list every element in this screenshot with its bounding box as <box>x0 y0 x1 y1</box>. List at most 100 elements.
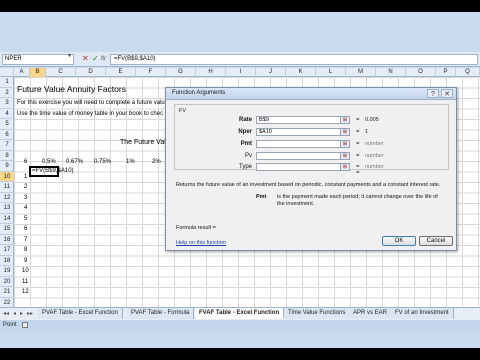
sheet-tab[interactable]: PVAF Table - Formula <box>127 308 195 319</box>
arg-input-pv[interactable] <box>256 152 341 160</box>
column-header[interactable]: G <box>166 68 196 77</box>
row-header[interactable]: 1 <box>0 77 14 88</box>
row-header[interactable]: 11 <box>0 182 14 193</box>
arg-equals: = <box>356 153 360 159</box>
row-header[interactable]: 10 <box>0 171 14 182</box>
row-header[interactable]: 6 <box>0 130 14 140</box>
cancel-button[interactable]: Cancel <box>419 236 453 246</box>
collapse-dialog-icon[interactable]: ⊞ <box>340 163 350 171</box>
column-header[interactable]: M <box>346 68 376 77</box>
column-header[interactable]: Q <box>456 68 480 77</box>
first-sheet-icon[interactable]: ◂◂ <box>3 310 9 317</box>
arg-label-type: Type <box>238 164 252 170</box>
sheet-tab-active[interactable]: FVAF Table - Excel Function <box>195 308 285 319</box>
column-header[interactable]: F <box>136 68 166 77</box>
row-header[interactable]: 19 <box>0 266 14 277</box>
name-box-dropdown-icon[interactable]: ▼ <box>67 53 72 59</box>
column-header[interactable]: N <box>376 68 406 77</box>
rate-header: 2% <box>152 159 161 165</box>
period-cell: 12 <box>22 289 29 295</box>
row-header[interactable]: 12 <box>0 193 14 203</box>
row-header[interactable]: 9 <box>0 161 14 172</box>
sheet-tab[interactable]: APR vs EAR <box>349 308 393 319</box>
formula-result: Formula result = <box>176 225 216 231</box>
help-on-function-link[interactable]: Help on this function <box>176 240 226 246</box>
column-header[interactable]: H <box>196 68 226 77</box>
arg-input-type[interactable] <box>256 163 341 171</box>
row-header[interactable]: 14 <box>0 214 14 224</box>
rate-header: 1% <box>126 159 135 165</box>
column-header[interactable]: E <box>106 68 136 77</box>
column-header[interactable]: A <box>14 68 30 77</box>
collapse-dialog-icon[interactable]: ⊞ <box>340 152 350 160</box>
row-header[interactable]: 20 <box>0 277 14 287</box>
column-header[interactable]: B <box>30 68 46 77</box>
row-header[interactable]: 2 <box>0 88 14 98</box>
column-header[interactable]: L <box>316 68 346 77</box>
arg-input-nper[interactable]: $A10 <box>256 128 341 136</box>
macro-record-icon[interactable] <box>22 322 28 328</box>
help-icon[interactable]: ? <box>427 89 439 98</box>
row-header[interactable]: 5 <box>0 119 14 130</box>
row-header[interactable]: 8 <box>0 151 14 161</box>
column-header[interactable]: I <box>226 68 256 77</box>
formula-bar: NPER ▼ ✕ ✓ fx =FV(B$9,$A10) <box>0 52 480 67</box>
cancel-icon[interactable]: ✕ <box>82 55 89 63</box>
column-header[interactable]: C <box>46 68 76 77</box>
arg-input-pmt[interactable] <box>256 140 341 148</box>
row-header[interactable]: 15 <box>0 224 14 235</box>
arg-result-rate: 0.005 <box>365 117 379 123</box>
last-sheet-icon[interactable]: ▸▸ <box>27 310 33 317</box>
arg-result-pv: number <box>365 153 384 159</box>
table-title: The Future Valu <box>120 139 170 146</box>
column-headers: A B C D E F G H I J K L M N O P Q <box>0 68 480 77</box>
sheet-tab[interactable]: PVAF Table - Excel Function <box>38 308 123 319</box>
column-header[interactable]: J <box>256 68 286 77</box>
insert-function-icon[interactable]: fx <box>101 55 106 63</box>
sheet-tabs-bar: ◂◂ ◂ ▸ ▸▸ PVAF Table - Excel Function PV… <box>0 307 480 320</box>
column-header[interactable]: D <box>76 68 106 77</box>
sheet-title: Future Value Annuity Factors <box>17 84 126 94</box>
arg-label-nper: Nper <box>238 129 252 135</box>
enter-icon[interactable]: ✓ <box>92 55 99 63</box>
arg-input-rate[interactable]: B$9 <box>256 116 341 124</box>
row-header[interactable]: 4 <box>0 109 14 119</box>
period-cell: 2 <box>24 184 28 190</box>
collapse-dialog-icon[interactable]: ⊞ <box>340 116 350 124</box>
period-cell: 11 <box>22 278 29 285</box>
row-header[interactable]: 17 <box>0 245 14 256</box>
row-header[interactable]: 3 <box>0 98 14 109</box>
arg-result-pmt: number <box>365 141 384 147</box>
row-header[interactable]: 13 <box>0 203 14 214</box>
instruction-line: Use the time value of money table in you… <box>17 110 164 117</box>
function-name: FV <box>177 108 189 114</box>
column-header[interactable]: K <box>286 68 316 77</box>
sheet-tab[interactable]: Time Value Functions <box>284 308 351 319</box>
period-cell: 10 <box>22 268 29 274</box>
close-icon[interactable]: ✕ <box>441 89 453 98</box>
prev-sheet-icon[interactable]: ◂ <box>13 310 16 317</box>
collapse-dialog-icon[interactable]: ⊞ <box>340 140 350 148</box>
dialog-title: Function Arguments <box>172 90 226 96</box>
arg-equals: = <box>356 141 360 147</box>
sheet-tab[interactable]: FV of an Investment <box>391 308 454 319</box>
arg-label-pmt: Pmt <box>240 141 252 147</box>
row-header[interactable]: 18 <box>0 256 14 266</box>
select-all-corner[interactable] <box>0 68 14 77</box>
argument-help-text: is the payment made each period; it cann… <box>277 194 438 207</box>
dialog-titlebar[interactable]: Function Arguments ? ✕ <box>166 88 456 100</box>
argument-help-label: Pmt <box>256 194 267 200</box>
period-cell: 1 <box>24 173 28 180</box>
column-header[interactable]: O <box>406 68 436 77</box>
row-header[interactable]: 16 <box>0 235 14 245</box>
next-sheet-icon[interactable]: ▸ <box>20 310 23 317</box>
row-headers: 1 2 3 4 5 6 7 8 9 10 11 12 13 14 15 16 1… <box>0 77 14 308</box>
name-box[interactable]: NPER <box>2 54 74 65</box>
row-header[interactable]: 21 <box>0 287 14 298</box>
formula-input[interactable]: =FV(B$9,$A10) <box>110 54 478 65</box>
column-header[interactable]: P <box>436 68 456 77</box>
collapse-dialog-icon[interactable]: ⊞ <box>340 128 350 136</box>
active-cell[interactable]: =FV(B$9,$A10) <box>29 166 74 177</box>
ok-button[interactable]: OK <box>382 236 416 246</box>
row-header[interactable]: 7 <box>0 140 14 151</box>
